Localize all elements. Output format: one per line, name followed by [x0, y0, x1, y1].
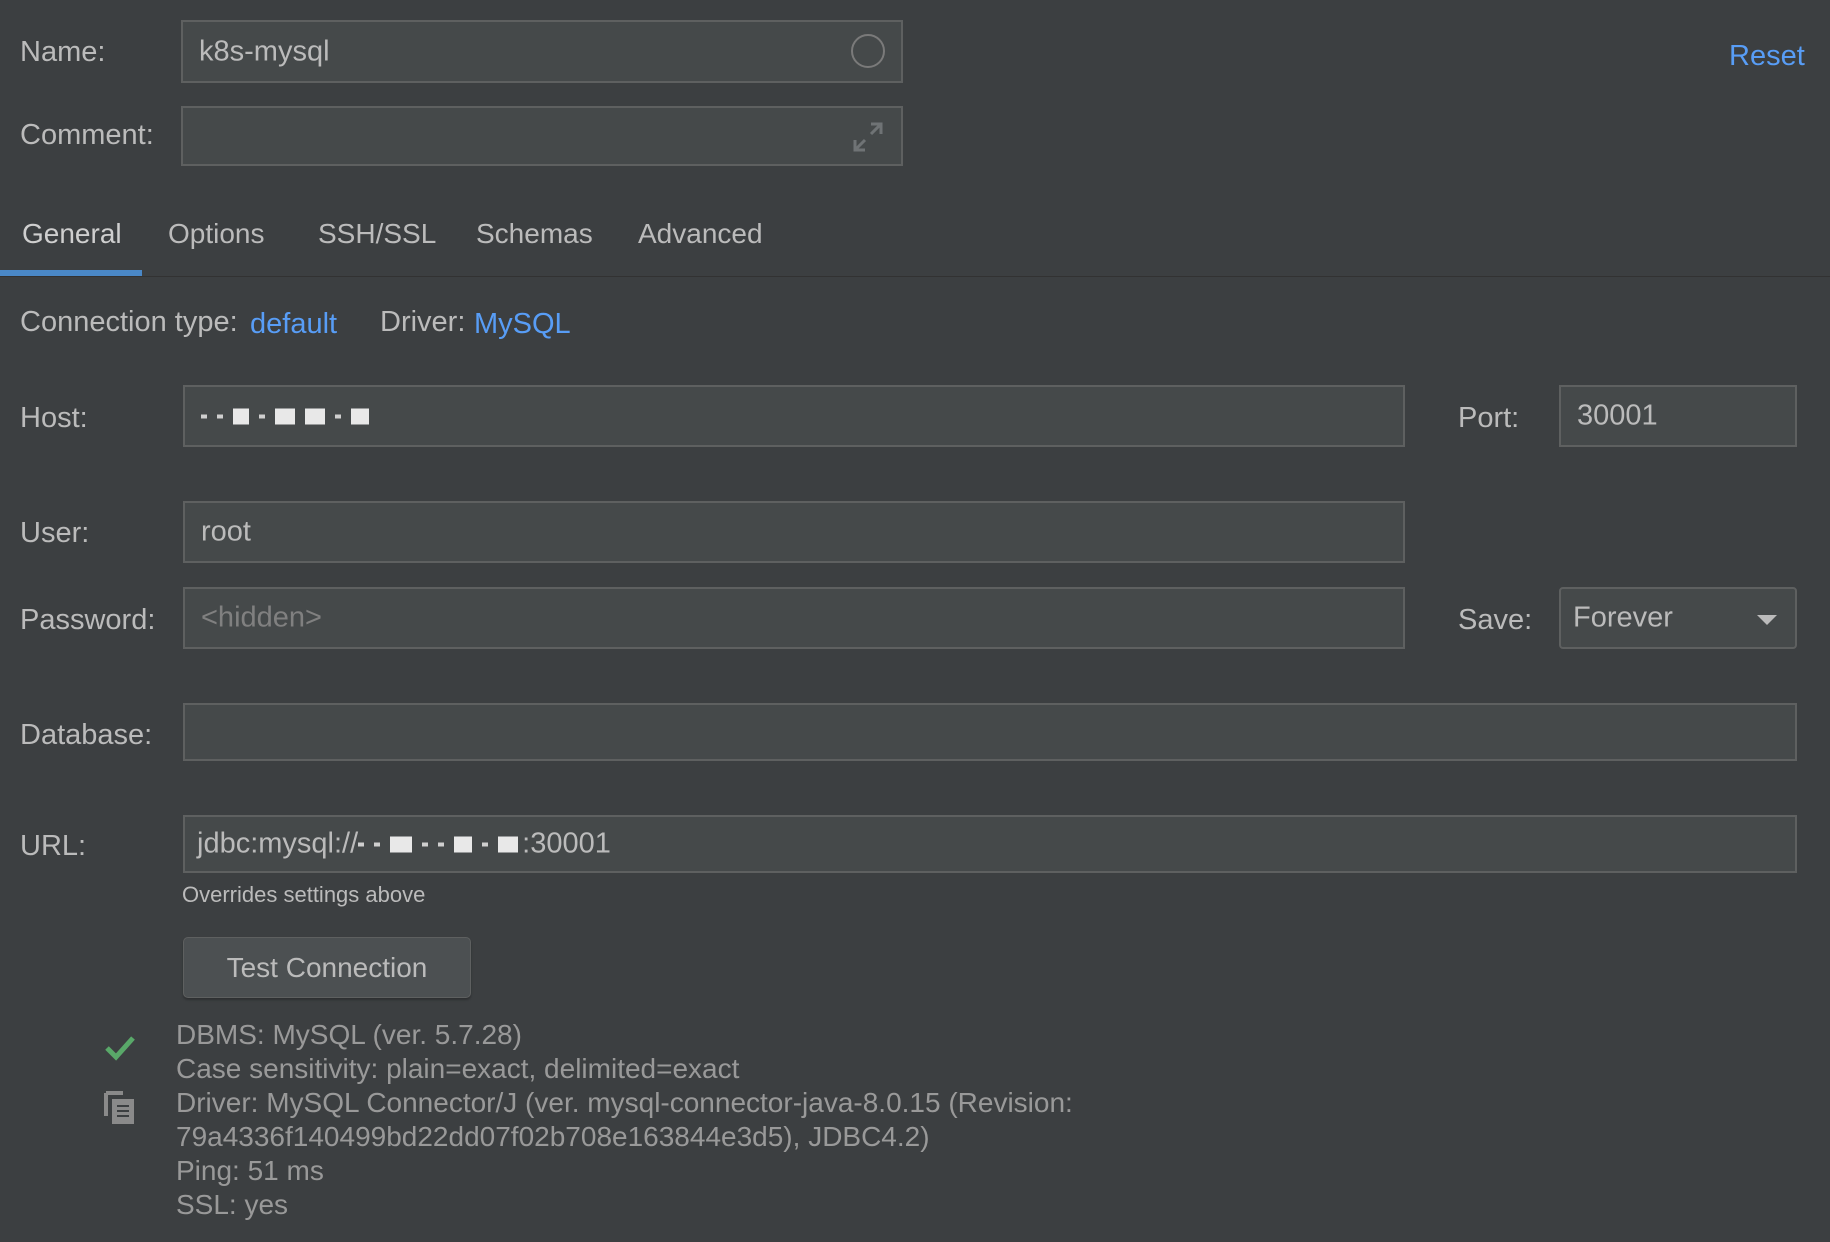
result-line-dbms: DBMS: MySQL (ver. 5.7.28): [176, 1019, 522, 1050]
database-label: Database:: [20, 719, 153, 751]
password-input[interactable]: <hidden>: [183, 587, 1405, 649]
port-label: Port:: [1458, 402, 1520, 434]
tab-general[interactable]: General: [22, 218, 122, 250]
driver-label: Driver:: [380, 306, 466, 338]
tab-divider: [0, 276, 1830, 277]
user-value: root: [201, 515, 251, 548]
chevron-down-icon: [1757, 615, 1777, 625]
connection-type-label: Connection type:: [20, 306, 238, 338]
host-label: Host:: [20, 402, 88, 434]
save-value: Forever: [1573, 601, 1673, 634]
test-connection-button[interactable]: Test Connection: [183, 937, 471, 998]
name-value: k8s-mysql: [199, 35, 330, 67]
result-line-driver: Driver: MySQL Connector/J (ver. mysql-co…: [176, 1087, 1073, 1118]
color-circle-icon[interactable]: [851, 34, 885, 68]
url-hint: Overrides settings above: [182, 882, 426, 907]
url-prefix: jdbc:mysql://: [197, 827, 359, 860]
user-input[interactable]: root: [183, 501, 1405, 563]
database-input[interactable]: [183, 703, 1797, 761]
save-select[interactable]: Forever: [1559, 587, 1797, 649]
comment-label: Comment:: [20, 119, 154, 151]
url-redacted: [358, 828, 522, 860]
connection-type-link[interactable]: default: [250, 308, 337, 341]
host-redacted: [201, 400, 379, 433]
user-label: User:: [20, 517, 90, 549]
result-line-ssl: SSL: yes: [176, 1189, 289, 1220]
save-label: Save:: [1458, 604, 1533, 636]
port-value: 30001: [1577, 399, 1658, 432]
expand-icon[interactable]: [851, 120, 885, 154]
tab-advanced[interactable]: Advanced: [638, 218, 763, 250]
name-input[interactable]: k8s-mysql: [181, 20, 903, 83]
url-value: jdbc:mysql:// :30001: [197, 828, 611, 861]
tab-schemas[interactable]: Schemas: [476, 218, 593, 250]
host-input[interactable]: [183, 385, 1405, 447]
url-label: URL:: [20, 830, 87, 862]
check-icon: [105, 1036, 135, 1061]
result-line-driver-revision: 79a4336f140499bd22dd07f02b708e163844e3d5…: [176, 1121, 930, 1152]
password-placeholder: <hidden>: [201, 601, 322, 634]
tab-ssh-ssl[interactable]: SSH/SSL: [318, 218, 436, 250]
comment-input[interactable]: [181, 106, 903, 166]
test-connection-label: Test Connection: [226, 951, 428, 983]
name-label: Name:: [20, 36, 106, 68]
url-suffix: :30001: [522, 827, 611, 860]
password-label: Password:: [20, 604, 156, 636]
driver-link[interactable]: MySQL: [474, 308, 571, 341]
url-input[interactable]: jdbc:mysql:// :30001: [183, 815, 1797, 873]
reset-link[interactable]: Reset: [1729, 40, 1805, 73]
port-input[interactable]: 30001: [1559, 385, 1797, 447]
copy-icon[interactable]: [103, 1090, 137, 1126]
result-line-ping: Ping: 51 ms: [176, 1155, 324, 1186]
tab-options[interactable]: Options: [168, 218, 265, 250]
result-line-case-sensitivity: Case sensitivity: plain=exact, delimited…: [176, 1053, 740, 1084]
